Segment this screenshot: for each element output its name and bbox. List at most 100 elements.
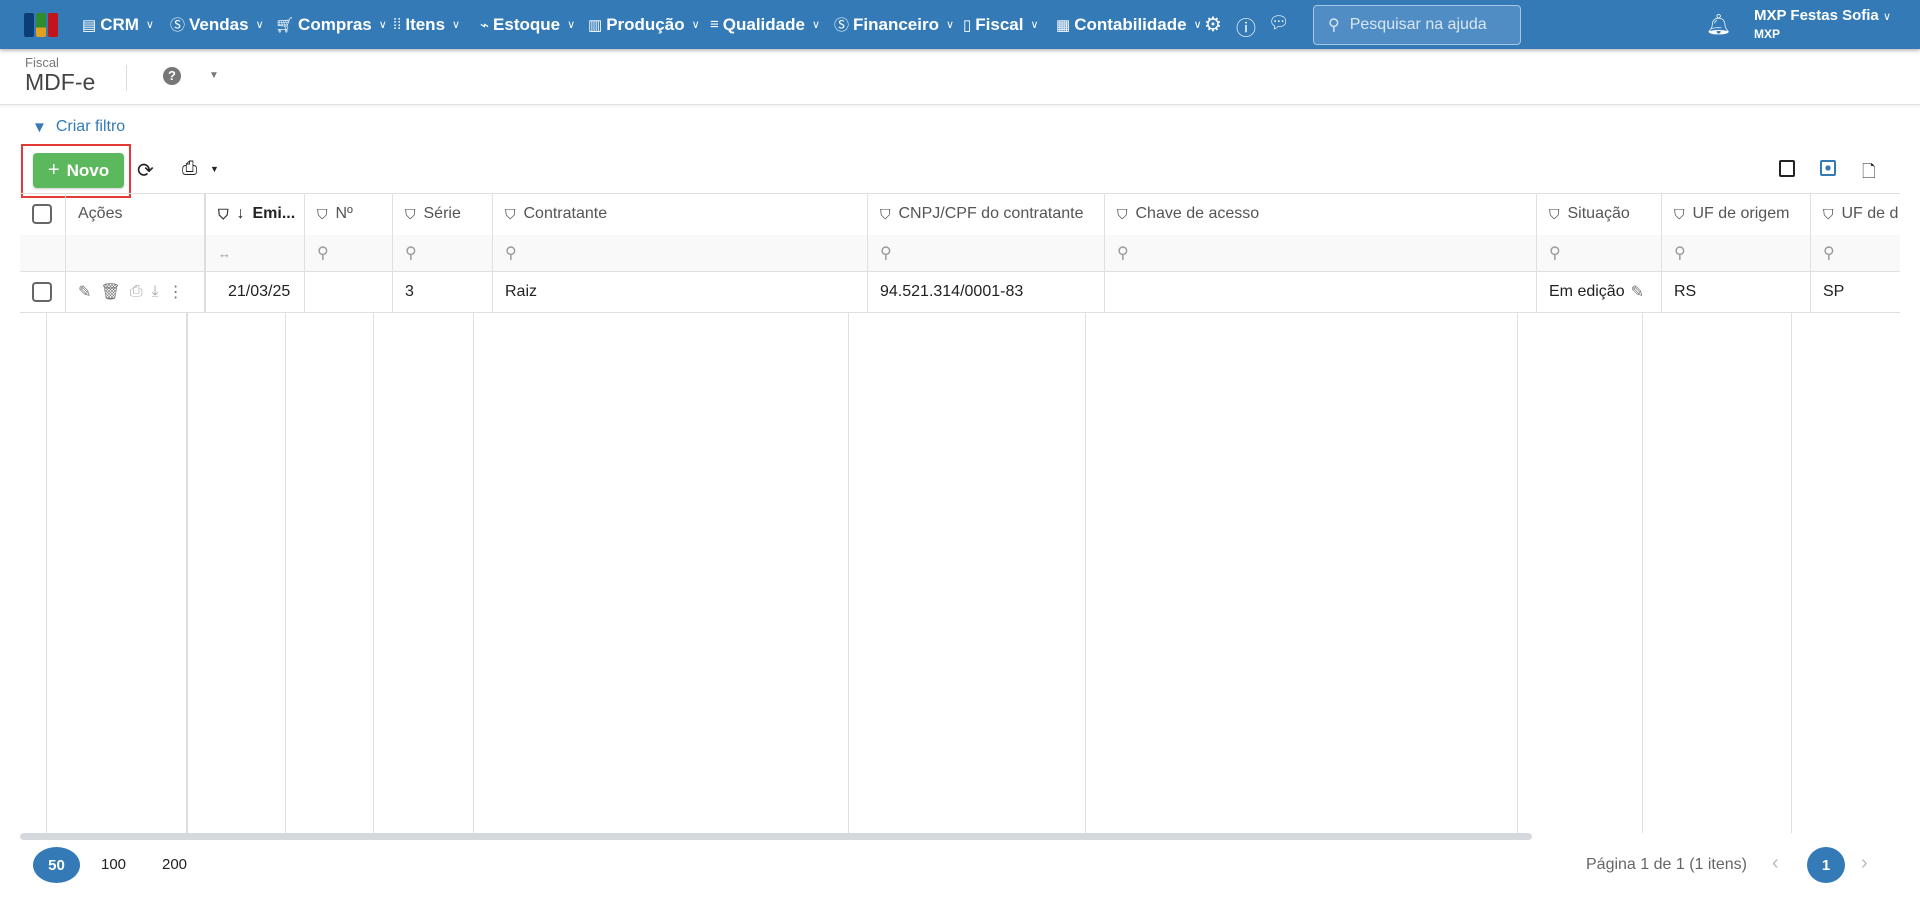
column-line bbox=[473, 312, 474, 833]
search-filter-uf-destino[interactable]: ⚲ bbox=[1811, 235, 1900, 271]
crm-icon: ▤ bbox=[82, 16, 97, 34]
column-line bbox=[285, 312, 286, 833]
checkbox bbox=[32, 204, 52, 224]
bell-icon[interactable]: 🔔︎ bbox=[1706, 12, 1731, 37]
column-line bbox=[373, 312, 374, 833]
edit-icon[interactable]: ✎ bbox=[78, 282, 91, 302]
user-menu[interactable]: MXP Festas Sofia ∨ MXP bbox=[1754, 7, 1891, 41]
divider bbox=[126, 65, 127, 91]
help-icon[interactable]: ⓘ bbox=[1236, 12, 1256, 41]
cell-serie: 3 bbox=[393, 271, 493, 312]
select-all-checkbox[interactable] bbox=[20, 193, 66, 235]
page-button-current[interactable]: 1 bbox=[1807, 847, 1845, 883]
caret-down-icon[interactable]: ▼ bbox=[209, 70, 219, 81]
help-icon[interactable]: ? bbox=[163, 67, 181, 85]
search-icon: ⚲ bbox=[317, 245, 329, 262]
reset-layout-icon[interactable]: 🗋︎ bbox=[1862, 159, 1876, 188]
search-filter-situacao[interactable]: ⚲ bbox=[1537, 235, 1662, 271]
plus-icon: + bbox=[47, 159, 60, 181]
menu-compras[interactable]: 🛒︎ Compras ∨ bbox=[275, 0, 387, 49]
column-line bbox=[1642, 312, 1643, 833]
chevron-down-icon: ∨ bbox=[452, 19, 461, 31]
chat-icon[interactable]: 💬︎ bbox=[1268, 13, 1290, 33]
more-vert-icon[interactable]: ⋮ bbox=[168, 282, 184, 302]
menu-itens[interactable]: ⁞⁞ Itens ∨ bbox=[393, 0, 460, 49]
menu-crm[interactable]: ▤ CRM ∨ bbox=[82, 0, 154, 49]
search-icon: ⚲ bbox=[505, 245, 517, 262]
prev-page-icon[interactable]: ‹ bbox=[1772, 852, 1779, 875]
col-numero[interactable]: ⛉ Nº bbox=[305, 193, 393, 235]
menu-fiscal[interactable]: ▯ Fiscal ∨ bbox=[963, 0, 1039, 49]
chevron-down-icon: ∨ bbox=[1882, 11, 1892, 23]
chevron-down-icon: ∨ bbox=[567, 19, 576, 31]
search-filter-chave[interactable]: ⚲ bbox=[1105, 235, 1537, 271]
col-serie[interactable]: ⛉ Série bbox=[393, 193, 493, 235]
column-line bbox=[20, 312, 21, 833]
page-size-50[interactable]: 50 bbox=[33, 847, 80, 883]
row-checkbox[interactable] bbox=[20, 271, 66, 312]
search-filter-uf-origem[interactable]: ⚲ bbox=[1662, 235, 1811, 271]
filter-icon[interactable]: ⛉ bbox=[317, 206, 328, 223]
chevron-down-icon: ∨ bbox=[691, 19, 700, 31]
search-filter-numero[interactable]: ⚲ bbox=[305, 235, 393, 271]
chevron-down-icon: ∨ bbox=[378, 19, 387, 31]
col-chave[interactable]: ⛉ Chave de acesso bbox=[1105, 193, 1537, 235]
cell-emissao: 21/03/25 bbox=[206, 271, 305, 312]
chevron-down-icon: ∨ bbox=[255, 19, 264, 31]
menu-contabilidade[interactable]: ▦ Contabilidade ∨ bbox=[1056, 0, 1202, 49]
col-uf-destino[interactable]: ⛉ UF de d bbox=[1811, 193, 1900, 235]
dollar-icon: Ⓢ bbox=[170, 17, 186, 34]
app-logo[interactable] bbox=[24, 13, 58, 37]
menu-estoque[interactable]: ⌁ Estoque ∨ bbox=[480, 0, 575, 49]
menu-vendas[interactable]: Ⓢ Vendas ∨ bbox=[170, 0, 264, 49]
filter-icon[interactable]: ⛉ bbox=[1549, 206, 1560, 223]
chevron-down-icon: ∨ bbox=[1193, 19, 1202, 31]
cell-contratante: Raiz bbox=[493, 271, 868, 312]
gear-icon[interactable]: ⚙ bbox=[1204, 12, 1222, 37]
column-line bbox=[46, 312, 47, 833]
col-uf-origem[interactable]: ⛉ UF de origem bbox=[1662, 193, 1811, 235]
filter-icon[interactable]: ⛉ bbox=[1117, 206, 1128, 223]
next-page-icon[interactable]: › bbox=[1861, 852, 1868, 875]
help-search-input[interactable]: ⚲ Pesquisar na ajuda bbox=[1313, 5, 1521, 45]
column-chooser-icon[interactable] bbox=[1779, 160, 1795, 177]
column-line bbox=[186, 312, 188, 833]
col-emissao[interactable]: ⛉ ↓ Emi... bbox=[206, 193, 305, 235]
export-icon[interactable]: ⎙ bbox=[182, 158, 197, 180]
col-situacao[interactable]: ⛉ Situação bbox=[1537, 193, 1662, 235]
search-filter-cnpj[interactable]: ⚲ bbox=[868, 235, 1105, 271]
edit-status-icon[interactable]: ✎ bbox=[1631, 282, 1644, 302]
save-icon[interactable] bbox=[1820, 160, 1836, 176]
new-button[interactable]: + Novo bbox=[33, 153, 124, 188]
col-contratante[interactable]: ⛉ Contratante bbox=[493, 193, 868, 235]
filter-icon[interactable]: ⛉ bbox=[1823, 206, 1834, 223]
cell-uf-destino: SP bbox=[1823, 282, 1845, 300]
date-range-filter[interactable]: ↔ bbox=[206, 235, 305, 271]
refresh-icon[interactable]: ⟳ bbox=[137, 158, 154, 183]
page-title: MDF-e bbox=[25, 69, 96, 95]
filter-icon[interactable]: ⛉ bbox=[1674, 206, 1685, 223]
menu-producao[interactable]: ▥ Produção ∨ bbox=[588, 0, 700, 49]
filter-icon[interactable]: ⛉ bbox=[880, 206, 891, 223]
filter-icon[interactable]: ⛉ bbox=[405, 206, 416, 223]
download-icon[interactable]: ⤓ bbox=[152, 283, 159, 301]
status-text: Em edição bbox=[1549, 282, 1625, 300]
caret-down-icon[interactable]: ▼ bbox=[210, 164, 219, 174]
col-cnpj[interactable]: ⛉ CNPJ/CPF do contratante bbox=[868, 193, 1105, 235]
menu-qualidade[interactable]: ≡ Qualidade ∨ bbox=[710, 0, 820, 49]
filter-icon[interactable]: ⛉ bbox=[505, 206, 516, 223]
create-filter-link[interactable]: ▼ Criar filtro bbox=[32, 118, 125, 136]
horizontal-scrollbar[interactable] bbox=[20, 833, 1532, 840]
page-size-200[interactable]: 200 bbox=[162, 856, 187, 873]
col-acoes: Ações bbox=[66, 193, 206, 235]
trash-icon[interactable]: 🗑︎ bbox=[100, 282, 120, 302]
filter-cell bbox=[20, 235, 66, 271]
search-icon: ⚲ bbox=[1328, 17, 1340, 34]
search-filter-serie[interactable]: ⚲ bbox=[393, 235, 493, 271]
top-navbar: ▤ CRM ∨ Ⓢ Vendas ∨ 🛒︎ Compras ∨ ⁞⁞ Itens ∨ ⌁ Esto… bbox=[0, 0, 1920, 49]
page-size-100[interactable]: 100 bbox=[101, 856, 126, 873]
search-filter-contratante[interactable]: ⚲ bbox=[493, 235, 868, 271]
menu-financeiro[interactable]: Ⓢ Financeiro ∨ bbox=[834, 0, 954, 49]
filter-icon[interactable]: ⛉ bbox=[218, 206, 229, 223]
print-icon[interactable]: ⎙ bbox=[130, 283, 143, 301]
